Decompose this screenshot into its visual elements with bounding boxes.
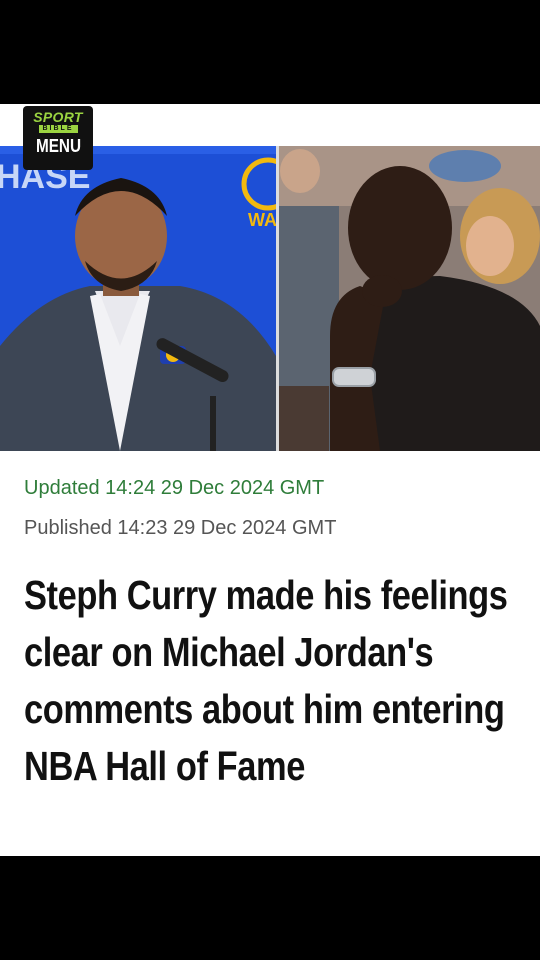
hero-image: HASE WA: [0, 146, 540, 451]
article-page: SPORT BIBLE MENU HASE WA Updated 14:24 2…: [0, 104, 540, 856]
crowd-woman-face: [466, 216, 514, 276]
menu-label: MENU: [35, 136, 81, 156]
bottom-black-bar: [0, 856, 540, 960]
crowd-cap: [429, 150, 501, 182]
published-timestamp: Published 14:23 29 Dec 2024 GMT: [24, 517, 337, 539]
updated-timestamp: Updated 14:24 29 Dec 2024 GMT: [24, 477, 325, 499]
right-backdrop-text: WA: [248, 210, 277, 230]
top-black-bar: [0, 0, 540, 104]
wristwatch: [332, 367, 376, 387]
mic-stand: [210, 396, 216, 451]
logo-bible-text: BIBLE: [38, 125, 78, 133]
image-divider: [276, 146, 279, 451]
jordan-hand: [362, 275, 402, 307]
hero-image-graphic: HASE WA: [0, 146, 540, 451]
logo-sport-text: SPORT: [33, 109, 83, 125]
crowd-person-1: [280, 149, 320, 193]
jordan-head: [348, 166, 452, 290]
sportbible-menu-button[interactable]: SPORT BIBLE MENU: [23, 106, 93, 170]
article-headline: Steph Curry made his feelings clear on M…: [24, 572, 508, 789]
crowd-lower: [279, 386, 329, 451]
